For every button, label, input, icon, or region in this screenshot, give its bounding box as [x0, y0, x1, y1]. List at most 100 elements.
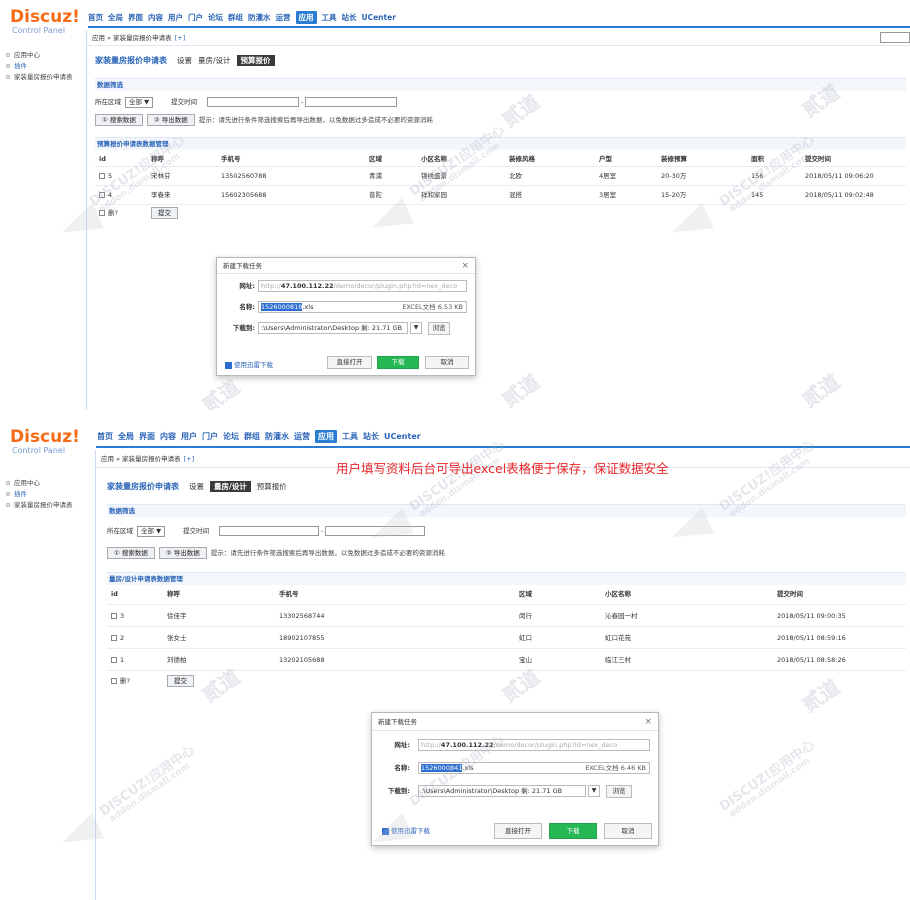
- nav-ucenter[interactable]: UCenter: [362, 13, 396, 22]
- nav-portal[interactable]: 门户: [202, 432, 218, 441]
- nav-home[interactable]: 首页: [88, 13, 103, 22]
- nav-global[interactable]: 全局: [108, 13, 123, 22]
- nav-global[interactable]: 全局: [118, 432, 134, 441]
- sidebar-item-decor-plugin[interactable]: 家装量房报价申请表: [0, 72, 86, 83]
- delete-checkbox[interactable]: [111, 678, 117, 684]
- nav-admin[interactable]: 站长: [363, 432, 379, 441]
- open-button[interactable]: 直接打开: [327, 356, 372, 369]
- nav-forum[interactable]: 论坛: [223, 432, 239, 441]
- sidebar-item-app-center[interactable]: 应用中心: [0, 50, 86, 61]
- download-button[interactable]: 下载: [549, 823, 597, 839]
- nav-apps[interactable]: 应用: [315, 430, 337, 443]
- row-checkbox[interactable]: [111, 613, 117, 619]
- nav-content[interactable]: 内容: [148, 13, 163, 22]
- row-checkbox[interactable]: [99, 173, 105, 179]
- area-select[interactable]: 全部 ▼: [125, 96, 154, 108]
- row-community: 锦绣盛景: [421, 172, 447, 180]
- nav-apps[interactable]: 应用: [295, 11, 317, 24]
- tab-measure-design[interactable]: 量房/设计: [198, 56, 231, 65]
- search-button[interactable]: ① 搜索数据: [95, 114, 143, 126]
- browse-button[interactable]: 浏览: [606, 785, 632, 798]
- url-label: 网址:: [239, 282, 255, 290]
- thunder-download-link[interactable]: 使用迅雷下载: [225, 359, 273, 371]
- delete-checkbox[interactable]: [99, 210, 105, 216]
- table-header: id 称呼 手机号 区域 小区名称 提交时间: [107, 585, 906, 605]
- top-nav: 首页 全局 界面 内容 用户 门户 论坛 群组 防灌水 运营 应用 工具 站长 UCenter: [88, 11, 401, 24]
- nav-antispam[interactable]: 防灌水: [248, 13, 271, 22]
- row-checkbox[interactable]: [111, 635, 117, 641]
- col-style: 装修风格: [509, 155, 535, 163]
- logo-subtitle: Control Panel: [12, 446, 66, 455]
- save-path-field[interactable]: :\Users\Administrator\Desktop 剩: 21.71 G…: [258, 322, 408, 334]
- filename-field[interactable]: 1526000841.xls EXCEL文档 6.46 KB: [418, 762, 650, 774]
- delete-toggle[interactable]: 删?: [111, 671, 130, 691]
- sidebar: 应用中心 插件 家装量房报价申请表: [0, 50, 86, 83]
- open-button[interactable]: 直接打开: [494, 823, 542, 839]
- area-select[interactable]: 全部 ▼: [137, 525, 166, 537]
- delete-label: 删?: [108, 209, 118, 217]
- time-end-input[interactable]: [305, 97, 398, 107]
- tab-budget-quote[interactable]: 预算报价: [236, 55, 275, 66]
- nav-group[interactable]: 群组: [244, 432, 260, 441]
- nav-group[interactable]: 群组: [228, 13, 243, 22]
- nav-portal[interactable]: 门户: [188, 13, 203, 22]
- export-button[interactable]: ② 导出数据: [158, 547, 207, 559]
- nav-user[interactable]: 用户: [168, 13, 183, 22]
- nav-tools[interactable]: 工具: [322, 13, 337, 22]
- nav-user[interactable]: 用户: [181, 432, 197, 441]
- nav-antispam[interactable]: 防灌水: [265, 432, 289, 441]
- tab-settings[interactable]: 设置: [177, 56, 192, 65]
- search-button[interactable]: ① 搜索数据: [107, 547, 155, 559]
- page-title: 家装量房报价申请表: [107, 482, 179, 491]
- submit-button[interactable]: 提交: [151, 207, 178, 219]
- time-start-input[interactable]: [219, 526, 320, 536]
- breadcrumb-add[interactable]: [+]: [175, 34, 186, 42]
- row-community: 祥和家园: [421, 191, 447, 199]
- row-phone: 13502560788: [221, 172, 267, 180]
- row-time: 2018/05/11 09:06:20: [805, 172, 874, 180]
- nav-style[interactable]: 界面: [128, 13, 143, 22]
- tab-settings[interactable]: 设置: [189, 482, 204, 491]
- row-id-value: 4: [108, 191, 113, 199]
- chevron-down-icon[interactable]: ▼: [588, 785, 600, 797]
- sidebar-item-plugins[interactable]: 插件: [0, 489, 95, 500]
- nav-operation[interactable]: 运营: [276, 13, 291, 22]
- nav-tools[interactable]: 工具: [342, 432, 358, 441]
- cancel-button[interactable]: 取消: [425, 356, 469, 369]
- time-start-input[interactable]: [207, 97, 300, 107]
- tab-budget-quote[interactable]: 预算报价: [257, 482, 287, 491]
- quick-search-input[interactable]: [880, 32, 910, 43]
- row-checkbox[interactable]: [99, 192, 105, 198]
- download-button[interactable]: 下载: [377, 356, 419, 369]
- url-field[interactable]: http://47.100.112.22/demo/decor/plugin.p…: [418, 739, 650, 751]
- close-icon[interactable]: ×: [461, 258, 469, 274]
- watermark-mark: 贰道: [797, 369, 845, 410]
- nav-forum[interactable]: 论坛: [208, 13, 223, 22]
- submit-button[interactable]: 提交: [167, 675, 194, 687]
- close-icon[interactable]: ×: [644, 713, 652, 731]
- nav-admin[interactable]: 站长: [342, 13, 357, 22]
- save-path-field[interactable]: :\Users\Administrator\Desktop 剩: 21.71 G…: [418, 785, 586, 797]
- breadcrumb-path: 应用 » 家装量房报价申请表: [101, 455, 181, 463]
- dialog-titlebar: 新建下载任务 ×: [217, 258, 475, 274]
- url-field[interactable]: http://47.100.112.22/demo/decor/plugin.p…: [258, 280, 467, 292]
- col-name: 称呼: [151, 155, 164, 163]
- chevron-down-icon[interactable]: ▼: [410, 322, 422, 334]
- nav-home[interactable]: 首页: [97, 432, 113, 441]
- row-checkbox[interactable]: [111, 657, 117, 663]
- breadcrumb-add[interactable]: [+]: [184, 455, 195, 463]
- tab-measure-design[interactable]: 量房/设计: [210, 481, 251, 492]
- browse-button[interactable]: 浏览: [428, 322, 450, 335]
- nav-content[interactable]: 内容: [160, 432, 176, 441]
- export-button[interactable]: ② 导出数据: [146, 114, 195, 126]
- delete-toggle[interactable]: 删?: [99, 205, 118, 221]
- sidebar-item-decor-plugin[interactable]: 家装量房报价申请表: [0, 500, 95, 511]
- name-label: 名称:: [394, 764, 410, 772]
- sidebar-item-app-center[interactable]: 应用中心: [0, 478, 95, 489]
- nav-ucenter[interactable]: UCenter: [384, 432, 421, 441]
- cancel-button[interactable]: 取消: [604, 823, 652, 839]
- nav-style[interactable]: 界面: [139, 432, 155, 441]
- sidebar-item-plugins[interactable]: 插件: [0, 61, 86, 72]
- nav-operation[interactable]: 运营: [294, 432, 310, 441]
- filename-field[interactable]: 1526000818.xls EXCEL文档 6.53 KB: [258, 301, 467, 313]
